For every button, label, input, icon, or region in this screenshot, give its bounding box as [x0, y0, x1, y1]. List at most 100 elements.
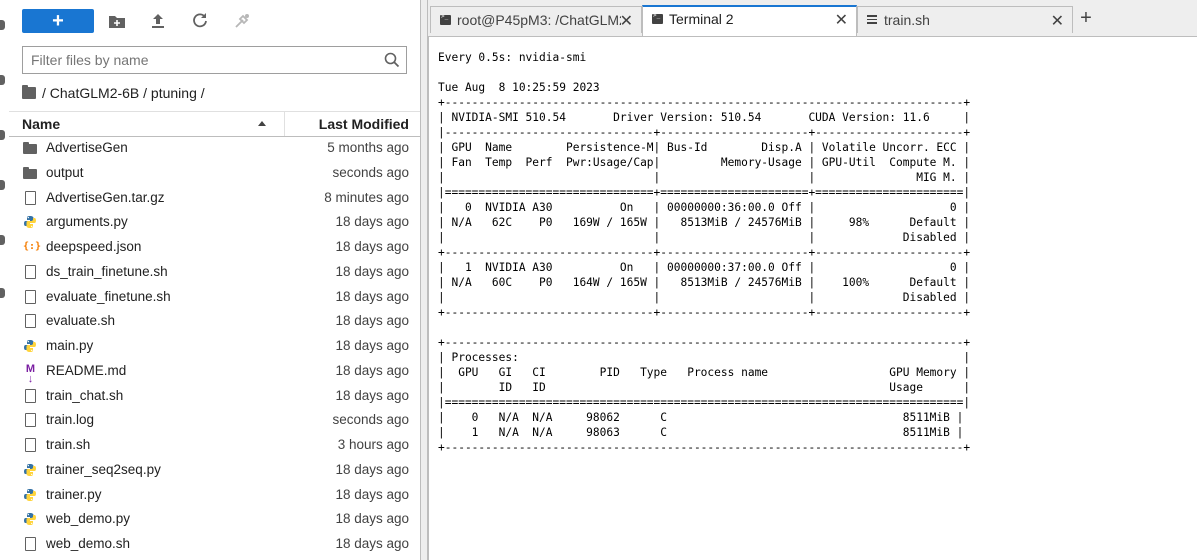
- file-browser-toolbar: +: [9, 0, 420, 40]
- file-name: web_demo.sh: [46, 536, 131, 551]
- file-modified-time: 18 days ago: [335, 536, 409, 551]
- file-list-header: Name Last Modified: [9, 111, 420, 137]
- upload-icon[interactable]: [149, 12, 167, 30]
- file-modified-time: 3 hours ago: [337, 437, 409, 452]
- file-filter-field[interactable]: [22, 46, 407, 74]
- file-list-row[interactable]: main.py 18 days ago: [9, 334, 420, 359]
- file-icon: [25, 413, 36, 428]
- file-list-row[interactable]: train.sh 3 hours ago: [9, 433, 420, 458]
- python-icon: [23, 488, 37, 502]
- file-modified-time: 18 days ago: [335, 263, 409, 279]
- tab-terminal-1[interactable]: root@P45pM3: /ChatGLM2 ✕: [430, 6, 642, 33]
- python-icon: [23, 463, 37, 477]
- file-modified-time: 18 days ago: [335, 338, 409, 353]
- file-modified-time: 18 days ago: [335, 387, 409, 403]
- file-name: trainer_seq2seq.py: [46, 461, 161, 477]
- last-modified-column-header[interactable]: Last Modified: [319, 116, 409, 132]
- python-icon: [23, 339, 37, 353]
- main-tab-bar: root@P45pM3: /ChatGLM2 ✕ Terminal 2 ✕ tr…: [428, 0, 1197, 37]
- file-name: evaluate_finetune.sh: [46, 288, 171, 304]
- activity-tab-marker[interactable]: [0, 288, 5, 298]
- close-icon[interactable]: ✕: [620, 11, 633, 31]
- activity-tab-marker[interactable]: [0, 180, 5, 190]
- file-modified-time: seconds ago: [332, 412, 409, 428]
- folder-icon: [23, 166, 37, 179]
- file-modified-time: 5 months ago: [327, 140, 409, 155]
- file-modified-time: 18 days ago: [335, 362, 409, 378]
- sort-ascending-icon: [258, 121, 266, 126]
- file-name: web_demo.py: [46, 511, 131, 527]
- terminal-panel[interactable]: Every 0.5s: nvidia-smi Tue Aug 8 10:25:5…: [428, 37, 1197, 560]
- file-icon: [25, 314, 36, 329]
- file-list-row[interactable]: ds_train_finetune.sh 18 days ago: [9, 260, 420, 285]
- activity-tab-marker[interactable]: [0, 235, 5, 245]
- file-name: ds_train_finetune.sh: [46, 263, 168, 279]
- file-filter-input[interactable]: [31, 50, 371, 70]
- new-launcher-button[interactable]: +: [22, 9, 94, 33]
- file-name: evaluate.sh: [46, 313, 116, 329]
- refresh-icon[interactable]: [191, 12, 209, 30]
- git-clone-icon[interactable]: [233, 12, 251, 30]
- file-list-row[interactable]: trainer_seq2seq.py 18 days ago: [9, 458, 420, 483]
- file-list-row[interactable]: train_chat.sh 18 days ago: [9, 384, 420, 409]
- file-icon: [25, 264, 36, 279]
- close-icon[interactable]: ✕: [835, 10, 848, 30]
- file-name: AdvertiseGen: [46, 140, 128, 155]
- file-icon: [25, 190, 36, 205]
- file-name: trainer.py: [46, 486, 102, 502]
- tab-terminal-2[interactable]: Terminal 2 ✕: [642, 5, 857, 37]
- file-name: arguments.py: [46, 214, 128, 230]
- file-name: output: [46, 164, 84, 180]
- file-name: train.sh: [46, 437, 91, 452]
- file-modified-time: 18 days ago: [335, 486, 409, 502]
- file-list-row[interactable]: AdvertiseGen.tar.gz 8 minutes ago: [9, 186, 420, 211]
- file-list-row[interactable]: web_demo.sh 18 days ago: [9, 532, 420, 557]
- file-name: deepspeed.json: [46, 239, 142, 254]
- python-icon: [23, 215, 37, 229]
- breadcrumb: / ChatGLM2-6B / ptuning /: [22, 84, 205, 102]
- file-name: AdvertiseGen.tar.gz: [46, 189, 165, 205]
- new-folder-icon[interactable]: [108, 12, 126, 30]
- folder-icon[interactable]: [22, 85, 36, 99]
- python-icon: [23, 512, 37, 526]
- file-modified-time: 18 days ago: [335, 239, 409, 254]
- tab-label: Terminal 2: [669, 11, 734, 27]
- breadcrumb-path[interactable]: / ChatGLM2-6B / ptuning /: [42, 85, 205, 101]
- activity-tab-marker[interactable]: [0, 75, 5, 85]
- file-name: main.py: [46, 338, 94, 353]
- tab-label: train.sh: [884, 12, 930, 28]
- file-list-row[interactable]: train.log seconds ago: [9, 408, 420, 433]
- file-list-row[interactable]: {:} deepspeed.json 18 days ago: [9, 235, 420, 260]
- activity-tab-marker[interactable]: [0, 20, 5, 30]
- file-list-row[interactable]: arguments.py 18 days ago: [9, 210, 420, 235]
- file-modified-time: 18 days ago: [335, 511, 409, 527]
- file-list-row[interactable]: trainer.py 18 days ago: [9, 483, 420, 508]
- file-list: AdvertiseGen 5 months ago output seconds ag…: [9, 136, 420, 557]
- search-icon: [384, 52, 400, 68]
- file-list-row[interactable]: evaluate_finetune.sh 18 days ago: [9, 285, 420, 310]
- file-icon: [25, 438, 36, 452]
- file-list-row[interactable]: web_demo.py 18 days ago: [9, 507, 420, 532]
- tab-train-sh[interactable]: train.sh ✕: [857, 6, 1073, 33]
- terminal-output[interactable]: Every 0.5s: nvidia-smi Tue Aug 8 10:25:5…: [438, 50, 970, 455]
- add-tab-button[interactable]: +: [1074, 6, 1098, 30]
- file-list-row[interactable]: M ↓ README.md 18 days ago: [9, 359, 420, 385]
- file-browser: + / ChatGLM2-6B / ptuning / Name Last Mo…: [9, 0, 420, 560]
- file-list-row[interactable]: AdvertiseGen 5 months ago: [9, 136, 420, 161]
- file-icon: [25, 289, 36, 304]
- file-icon: [25, 388, 36, 403]
- column-divider[interactable]: [284, 112, 285, 136]
- close-icon[interactable]: ✕: [1051, 11, 1064, 31]
- activity-tab-marker[interactable]: [0, 130, 5, 140]
- json-icon: {:}: [23, 241, 42, 252]
- file-list-row[interactable]: output seconds ago: [9, 161, 420, 186]
- file-name: README.md: [46, 362, 127, 378]
- text-file-icon: [867, 15, 877, 25]
- panel-splitter[interactable]: [420, 0, 428, 560]
- file-icon: [25, 537, 36, 551]
- file-name: train_chat.sh: [46, 387, 124, 403]
- markdown-icon: M ↓: [25, 362, 36, 385]
- file-list-row[interactable]: evaluate.sh 18 days ago: [9, 309, 420, 334]
- tab-label: root@P45pM3: /ChatGLM2: [457, 12, 621, 28]
- name-column-header[interactable]: Name: [22, 116, 60, 132]
